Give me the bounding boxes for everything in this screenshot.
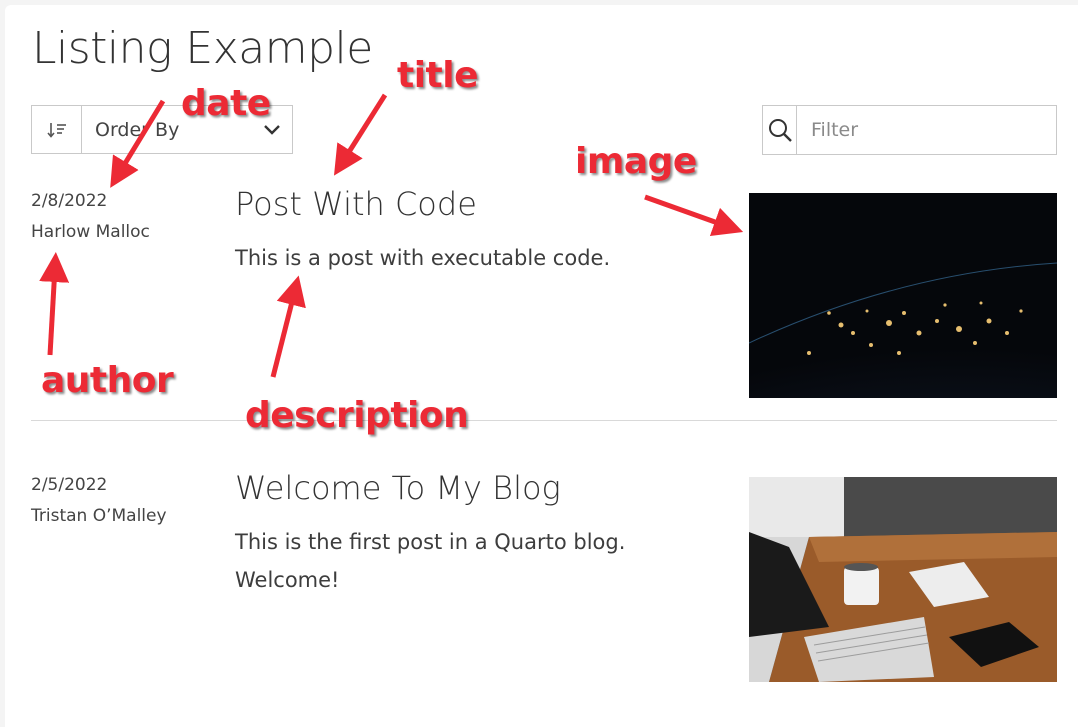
annotation-description: description [245,395,469,436]
listing-page: Listing Example Order By 2/ [5,5,1078,727]
post-description: This is a post with executable code. [235,246,611,270]
post-date: 2/8/2022 [31,191,108,211]
arrow-title [333,93,388,176]
post-title[interactable]: Welcome To My Blog [235,469,561,507]
search-icon[interactable] [763,106,797,154]
post-divider [31,420,1057,421]
annotation-author: author [41,360,174,401]
post-title[interactable]: Post With Code [235,185,477,223]
post-author: Harlow Malloc [31,222,150,242]
arrow-description [270,275,306,378]
arrow-image [644,194,744,237]
post-date: 2/5/2022 [31,475,108,495]
page-title: Listing Example [32,23,373,74]
post-description: This is the first post in a Quarto blog.… [235,530,626,592]
laptop-desk-image[interactable] [749,477,1057,682]
earth-at-night-image[interactable] [749,193,1057,398]
arrow-author [39,252,70,356]
annotation-title: title [397,55,479,96]
sort-descending-icon[interactable] [32,106,82,153]
filter-input[interactable] [797,106,1056,154]
post-author: Tristan O’Malley [31,506,167,526]
filter-control[interactable] [762,105,1057,155]
annotation-image: image [575,141,697,182]
annotation-date: date [181,83,271,124]
